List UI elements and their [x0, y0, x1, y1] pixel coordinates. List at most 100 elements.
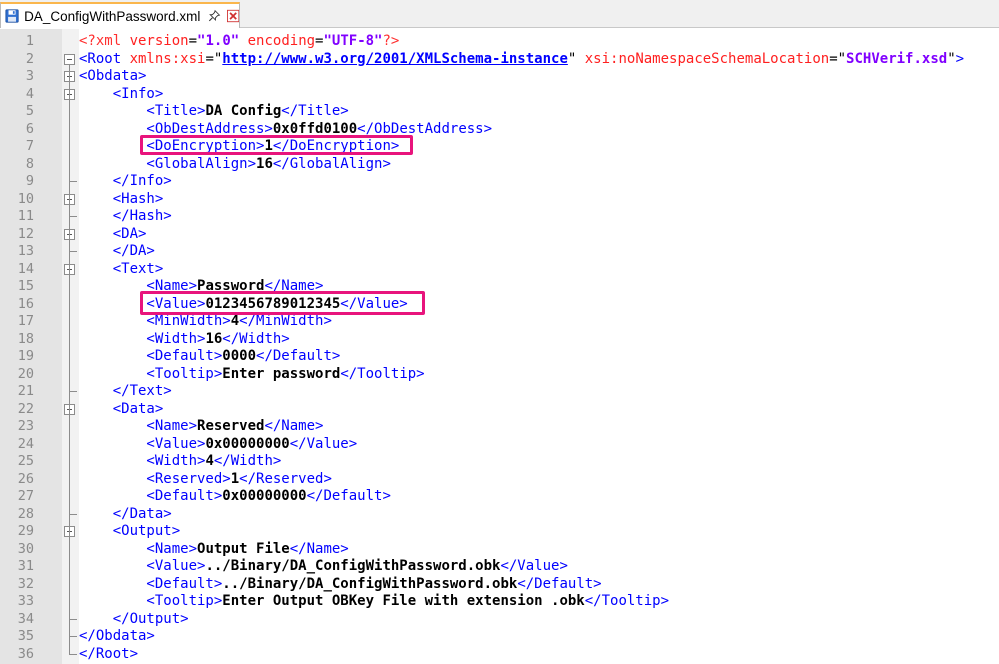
token-tag: <Obdata> [79, 68, 147, 84]
close-icon[interactable] [226, 9, 239, 23]
token-tag: </Hash> [79, 208, 172, 224]
token-eq: =" [205, 50, 223, 67]
code-line[interactable]: 5 <Title>DA Config</Title> [0, 103, 999, 121]
fold-guide-line [69, 414, 70, 510]
fold-end-marker [69, 610, 77, 620]
code-text: <Text> [79, 260, 164, 279]
code-line[interactable]: 26 <Reserved>1</Reserved> [0, 471, 999, 489]
token-val: Enter Output OBKey File with extension .… [222, 593, 585, 609]
code-line[interactable]: 17 <MinWidth>4</MinWidth> [0, 313, 999, 331]
token-val: Enter password [222, 365, 341, 382]
pin-icon[interactable] [208, 9, 221, 23]
code-line[interactable]: 25 <Width>4</Width> [0, 453, 999, 471]
save-disk-icon [5, 9, 19, 23]
token-eq: = [188, 33, 198, 49]
token-attr: xsi:noNamespaceSchemaLocation [576, 50, 830, 67]
line-number: 30 [17, 540, 34, 557]
code-line[interactable]: 24 <Value>0x00000000</Value> [0, 436, 999, 454]
code-text: <Default>../Binary/DA_ConfigWithPassword… [79, 575, 601, 594]
line-number: 24 [17, 435, 34, 452]
token-tag: <Default> [79, 575, 223, 592]
line-number: 26 [17, 470, 34, 487]
code-line[interactable]: 29 <Output> [0, 523, 999, 541]
code-text: <Tooltip>Enter Output OBKey File with ex… [79, 593, 669, 611]
fold-end-marker [69, 243, 77, 252]
code-text: <Width>16</Width> [79, 331, 289, 349]
token-val: 0x00000000 [205, 435, 290, 452]
line-number: 17 [17, 313, 34, 329]
code-line[interactable]: 32 <Default>../Binary/DA_ConfigWithPassw… [0, 576, 999, 594]
line-number: 22 [17, 400, 34, 417]
line-number: 29 [17, 523, 34, 539]
line-number: 21 [17, 383, 34, 399]
line-number: 11 [17, 208, 34, 224]
line-number: 3 [25, 68, 34, 84]
code-line[interactable]: 9 </Info> [0, 173, 999, 191]
line-number: 1 [25, 33, 34, 49]
code-line[interactable]: 34 </Output> [0, 610, 999, 629]
code-line[interactable]: 31 <Value>../Binary/DA_ConfigWithPasswor… [0, 558, 999, 576]
tab-file[interactable]: DA_ConfigWithPassword.xml [0, 2, 240, 28]
line-number: 7 [25, 138, 34, 154]
fold-guide-line [69, 99, 70, 177]
code-line[interactable]: 2 <Root xmlns:xsi="http://www.w3.org/2001… [0, 51, 999, 69]
code-line[interactable]: 19 <Default>0000</Default> [0, 348, 999, 366]
code-text: </Data> [79, 506, 172, 524]
token-tag: </Name> [264, 418, 324, 434]
token-tag: <GlobalAlign> [79, 155, 257, 172]
token-eq: =" [829, 50, 847, 67]
code-line[interactable]: 4 <Info> [0, 86, 999, 104]
code-line[interactable]: 27 <Default>0x00000000</Default> [0, 488, 999, 506]
code-line[interactable]: 1 <?xml version="1.0" encoding="UTF-8"?> [0, 33, 999, 51]
code-line[interactable]: 33 <Tooltip>Enter Output OBKey File with… [0, 593, 999, 611]
code-line[interactable]: 18 <Width>16</Width> [0, 331, 999, 349]
code-line[interactable]: 13 </DA> [0, 243, 999, 261]
token-val: DA Config [205, 103, 282, 119]
code-line[interactable]: 35 </Obdata> [0, 628, 999, 646]
token-tag: <Default> [79, 488, 223, 504]
token-tag: </Data> [79, 505, 172, 522]
code-line[interactable]: 21 </Text> [0, 383, 999, 401]
code-line[interactable]: 22 <Data> [0, 401, 999, 419]
token-tag: </MinWidth> [239, 313, 332, 329]
line-number: 19 [17, 348, 34, 364]
fold-toggle-icon[interactable] [64, 53, 75, 65]
code-text: <Width>4</Width> [79, 453, 281, 471]
code-line[interactable]: 28 </Data> [0, 505, 999, 524]
line-number: 14 [17, 260, 34, 277]
code-line[interactable]: 14 <Text> [0, 261, 999, 279]
token-tag: </DA> [79, 243, 155, 259]
fold-end-marker [69, 208, 77, 217]
code-text: <Title>DA Config</Title> [79, 103, 348, 121]
code-text: <Name>Reserved</Name> [79, 418, 323, 436]
code-line[interactable]: 36 </Root> [0, 645, 999, 664]
code-line[interactable]: 12 <DA> [0, 226, 999, 244]
token-aval: "1.0" [197, 33, 240, 49]
line-number: 27 [17, 488, 34, 504]
line-number: 23 [17, 418, 34, 434]
token-tag: </Width> [213, 453, 282, 469]
token-val: ../Binary/DA_ConfigWithPassword.obk [205, 558, 501, 574]
code-line[interactable]: 20 <Tooltip>Enter password</Tooltip> [0, 366, 999, 384]
code-line[interactable]: 23 <Name>Reserved</Name> [0, 418, 999, 436]
token-tag: <Title> [79, 103, 206, 119]
token-tag: </Default> [256, 348, 341, 364]
token-tag: <Reserved> [79, 470, 231, 487]
token-val: 0000 [222, 348, 257, 364]
code-line[interactable]: 10 <Hash> [0, 191, 999, 209]
code-line[interactable]: 30 <Name>Output File</Name> [0, 541, 999, 559]
code-text: </Text> [79, 383, 172, 401]
code-line[interactable]: 8 <GlobalAlign>16</GlobalAlign> [0, 156, 999, 174]
token-url[interactable]: http://www.w3.org/2001/XMLSchema-instanc… [222, 51, 568, 67]
line-number: 34 [17, 610, 34, 627]
line-number: 35 [17, 628, 34, 644]
token-tag: </Default> [306, 488, 391, 504]
token-tag: <Text> [79, 260, 164, 277]
token-tag: <Value> [79, 558, 206, 574]
code-line[interactable]: 11 </Hash> [0, 208, 999, 226]
fold-end-marker [69, 505, 77, 515]
line-number: 16 [17, 295, 34, 312]
token-val: Reserved [197, 418, 265, 434]
code-line[interactable]: 3 <Obdata> [0, 68, 999, 86]
line-number: 5 [25, 103, 34, 119]
